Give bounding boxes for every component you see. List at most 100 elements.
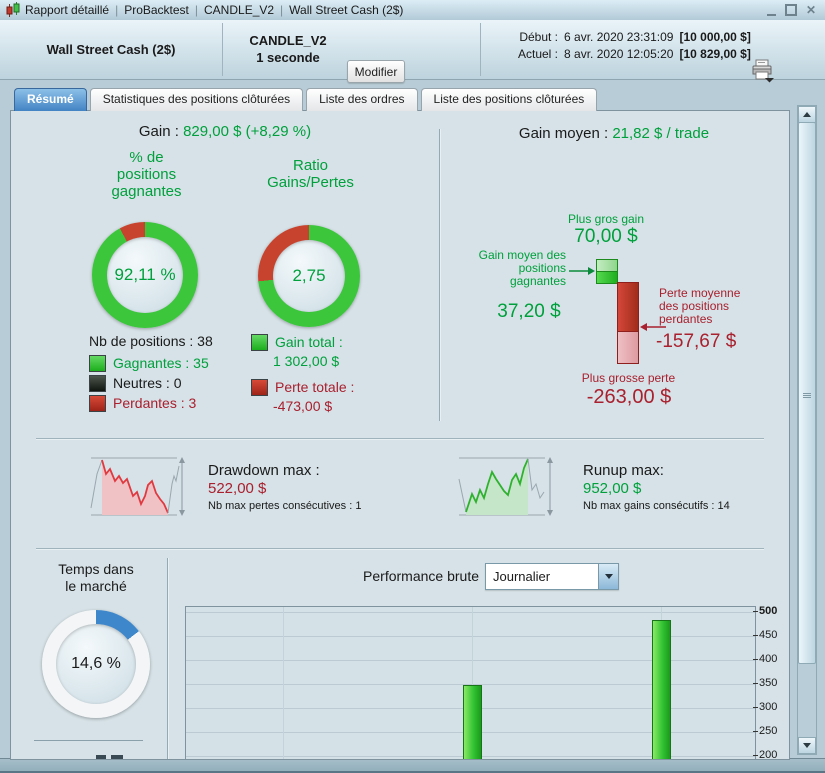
horizontal-divider [36, 548, 764, 549]
date-range: Début : 6 avr. 2020 23:31:09 [10 000,00 … [518, 30, 751, 61]
y-tick-label: 300 [752, 701, 778, 713]
current-equity: [10 829,00 $] [679, 47, 751, 61]
clipped-text-fragment [96, 755, 106, 759]
y-tick-label: 350 [752, 677, 778, 689]
y-tick-label: 500 [752, 605, 778, 617]
max-gain-label: Plus gros gain [567, 212, 645, 226]
report-header: Wall Street Cash (2$) CANDLE_V2 1 second… [0, 20, 825, 83]
winners-label: Gagnantes : 35 [113, 355, 209, 371]
scroll-up-button[interactable] [798, 106, 816, 123]
gain-label: Gain : [138, 123, 184, 140]
y-tick-label: 250 [752, 725, 778, 737]
legend-item-winners: Gagnantes : 35 [89, 353, 213, 373]
totals-legend: Gain total : 1 302,00 $ Perte totale : -… [251, 332, 354, 415]
avg-gain-value: 21,82 $ / trade [612, 125, 710, 142]
tab-liste-ordres[interactable]: Liste des ordres [306, 88, 418, 111]
header-separator [222, 23, 223, 76]
window-title-part: CANDLE_V2 [204, 3, 275, 17]
runup-value: 952,00 $ [583, 480, 642, 497]
tab-statistiques[interactable]: Statistiques des positions clôturées [89, 88, 304, 111]
drawdown-sparkline [90, 457, 185, 516]
total-loss-value: -473,00 $ [273, 398, 333, 414]
instrument-name: Wall Street Cash (2$) [46, 42, 176, 57]
close-button[interactable]: ✕ [805, 3, 817, 17]
chevron-down-icon [604, 574, 613, 579]
tab-resume[interactable]: Résumé [14, 88, 87, 111]
chart-y-axis: 500 450 400 350 300 250 200 [752, 600, 789, 760]
triangle-down-icon [803, 743, 811, 748]
performance-bar [652, 620, 671, 759]
clipped-text-fragment [111, 755, 123, 759]
system-name: CANDLE_V2 [249, 33, 327, 48]
red-square-icon [251, 378, 268, 396]
arrow-right-icon [569, 267, 595, 275]
winrate-value: 92,11 % [114, 265, 176, 284]
period-dropdown[interactable]: Journalier [485, 563, 619, 590]
system-info: CANDLE_V2 1 seconde [232, 32, 344, 66]
loss-bar [617, 282, 639, 364]
positions-total: Nb de positions : 38 [89, 331, 213, 351]
performance-bar [463, 684, 482, 759]
y-tick-label: 450 [752, 629, 778, 641]
max-loss-value: -263,00 $ [586, 386, 672, 408]
drawdown-value: 522,00 $ [208, 480, 267, 497]
performance-bar-chart [185, 606, 756, 759]
title-bar: Rapport détaillé | ProBacktest | CANDLE_… [0, 0, 825, 21]
avg-win-value: 37,20 $ [497, 301, 561, 322]
avg-gain-label: Gain moyen : [518, 125, 613, 142]
summary-panel: Gain : 829,00 $ (+8,29 %) % de positions… [10, 110, 790, 760]
mini-divider [34, 740, 143, 741]
neutral-label: Neutres : 0 [113, 375, 182, 391]
avg-win-label: Gain moyen des positions gagnantes [478, 248, 566, 288]
scroll-down-button[interactable] [798, 737, 816, 754]
title-separator: | [115, 3, 119, 17]
window-title-part: ProBacktest [124, 3, 189, 17]
period-dropdown-value: Journalier [493, 569, 551, 584]
positions-legend: Nb de positions : 38 Gagnantes : 35 Neut… [89, 331, 213, 413]
triangle-up-icon [803, 112, 811, 117]
performance-label: Performance brute [363, 568, 479, 584]
red-square-icon [89, 394, 106, 412]
legend-item-neutral: Neutres : 0 [89, 373, 213, 393]
avg-loss-label: Perte moyenne des positions perdantes [659, 286, 741, 326]
dropdown-arrow-button[interactable] [598, 564, 618, 589]
avg-gain-headline: Gain moyen : 21,82 $ / trade [449, 125, 779, 142]
legend-item-total-loss: Perte totale : [251, 377, 354, 397]
y-tick-label: 400 [752, 653, 778, 665]
legend-item-total-gain: Gain total : [251, 332, 354, 352]
winrate-title: % de positions gagnantes [111, 149, 182, 200]
modify-button[interactable]: Modifier [347, 60, 405, 83]
green-square-icon [89, 354, 106, 372]
max-loss-label: Plus grosse perte [581, 371, 676, 385]
black-square-icon [89, 374, 106, 392]
report-tabs: Résumé Statistiques des positions clôtur… [14, 88, 598, 111]
runup-label: Runup max: [583, 462, 664, 479]
current-label: Actuel : [518, 47, 559, 61]
tab-liste-positions[interactable]: Liste des positions clôturées [420, 88, 598, 111]
current-datetime: 8 avr. 2020 12:05:20 [564, 47, 674, 61]
y-tick-label: 200 [752, 749, 778, 760]
drawdown-label: Drawdown max : [208, 462, 320, 479]
max-gain-value: 70,00 $ [574, 226, 638, 247]
green-square-icon [251, 333, 268, 351]
ratio-title: Ratio Gains/Pertes [267, 157, 354, 191]
gain-bar [596, 259, 618, 284]
ratio-donut-chart: 2,75 [258, 225, 360, 327]
gain-headline: Gain : 829,00 $ (+8,29 %) [11, 123, 439, 140]
maximize-button[interactable] [785, 4, 797, 16]
minimize-button[interactable] [765, 4, 777, 16]
start-equity: [10 000,00 $] [679, 30, 751, 44]
vertical-scrollbar[interactable] [797, 105, 817, 755]
time-in-market-value: 14,6 % [71, 655, 121, 672]
positions-total-label: Nb de positions : 38 [89, 333, 213, 349]
vertical-divider [167, 558, 168, 759]
total-gain-value: 1 302,00 $ [273, 353, 340, 369]
runup-sparkline [458, 457, 553, 516]
legend-item-losers: Perdantes : 3 [89, 393, 213, 413]
time-in-market-donut: 14,6 % [42, 610, 150, 718]
printer-icon[interactable] [750, 59, 776, 88]
drawdown-sub: Nb max pertes consécutives : 1 [208, 500, 362, 512]
scrollbar-thumb[interactable] [798, 122, 816, 664]
total-loss-label: Perte totale : [275, 379, 355, 395]
vertical-divider [439, 129, 440, 421]
